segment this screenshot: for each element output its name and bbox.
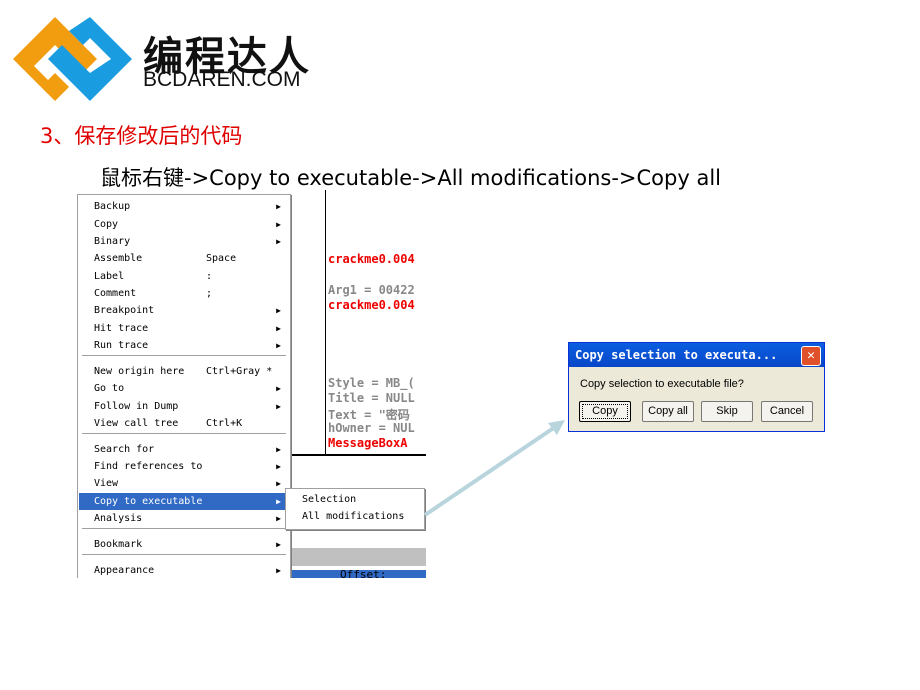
menu-item-copy[interactable]: Copy ▶: [79, 216, 287, 233]
copy-button[interactable]: Copy: [579, 401, 631, 422]
menu-item-label: Hit trace: [94, 323, 149, 334]
submenu-arrow-icon: ▶: [276, 540, 281, 549]
instruction-text: 鼠标右键->Copy to executable->All modificati…: [100, 166, 721, 190]
copy-all-button[interactable]: Copy all: [642, 401, 694, 422]
submenu-arrow-icon: ▶: [276, 324, 281, 333]
menu-item-view[interactable]: View ▶: [79, 475, 287, 492]
menu-item-go-to[interactable]: Go to ▶: [79, 380, 287, 397]
menu-item-label: Copy to executable: [94, 496, 203, 507]
menu-item-view-call-tree[interactable]: View call tree Ctrl+K: [79, 415, 287, 432]
menu-item-backup[interactable]: Backup ▶: [79, 198, 287, 215]
menu-item-label: Label: [94, 271, 125, 282]
menu-item-label: Binary: [94, 236, 131, 247]
menu-separator: [82, 554, 286, 556]
code-line: Style = MB_(: [328, 376, 415, 390]
menu-item-label: Search for: [94, 444, 155, 455]
cancel-button[interactable]: Cancel: [761, 401, 813, 422]
submenu-arrow-icon: ▶: [276, 514, 281, 523]
debugger-screenshot: crackme0.004 Arg1 = 00422 crackme0.004 S…: [70, 190, 426, 578]
code-line: MessageBoxA: [328, 436, 408, 450]
menu-item-label: Comment: [94, 288, 137, 299]
submenu-arrow-icon: ▶: [276, 566, 281, 575]
menu-item-label[interactable]: Label:: [79, 268, 287, 285]
submenu-arrow-icon: ▶: [276, 402, 281, 411]
menu-item-label: Assemble: [94, 253, 143, 264]
menu-item-shortcut: :: [206, 271, 213, 282]
submenu-item-selection[interactable]: Selection: [287, 491, 423, 508]
menu-item-hit-trace[interactable]: Hit trace ▶: [79, 320, 287, 337]
code-line: hOwner = NUL: [328, 421, 415, 435]
menu-item-assemble[interactable]: Assemble Space: [79, 250, 287, 267]
menu-item-find-references-to[interactable]: Find references to ▶: [79, 458, 287, 475]
menu-item-label: Follow in Dump: [94, 401, 179, 412]
menu-item-follow-in-dump[interactable]: Follow in Dump ▶: [79, 398, 287, 415]
menu-item-run-trace[interactable]: Run trace ▶: [79, 337, 287, 354]
close-icon[interactable]: ✕: [801, 346, 821, 366]
submenu-arrow-icon: ▶: [276, 445, 281, 454]
menu-item-label: View: [94, 478, 119, 489]
menu-item-copy-to-executable[interactable]: Copy to executable ▶: [79, 493, 287, 510]
menu-item-label: New origin here: [94, 366, 185, 377]
code-line: crackme0.004: [328, 298, 415, 312]
submenu-arrow-icon: ▶: [276, 462, 281, 471]
menu-item-label: Run trace: [94, 340, 149, 351]
code-line: crackme0.004: [328, 252, 415, 266]
menu-item-label: Backup: [94, 201, 131, 212]
menu-item-new-origin-here[interactable]: New origin here Ctrl+Gray *: [79, 363, 287, 380]
menu-item-label: Copy: [94, 219, 119, 230]
menu-item-shortcut: Ctrl+K: [206, 418, 243, 429]
menu-item-breakpoint[interactable]: Breakpoint ▶: [79, 302, 287, 319]
menu-item-shortcut: Space: [206, 253, 237, 264]
submenu-arrow-icon: ▶: [276, 237, 281, 246]
menu-separator: [82, 433, 286, 435]
code-line: Title = NULL: [328, 391, 415, 405]
menu-separator: [82, 355, 286, 357]
skip-button[interactable]: Skip: [701, 401, 753, 422]
menu-item-label: Breakpoint: [94, 305, 155, 316]
status-offset: Offset: 00001: [340, 568, 387, 578]
menu-item-comment[interactable]: Comment;: [79, 285, 287, 302]
submenu-arrow-icon: ▶: [276, 202, 281, 211]
menu-item-label: Bookmark: [94, 539, 143, 550]
pointer-arrow-icon: [423, 420, 565, 517]
dialog-title: Copy selection to executa...: [575, 348, 778, 362]
menu-separator: [82, 528, 286, 530]
step-heading: 3、保存修改后的代码: [40, 124, 243, 148]
dialog-title-bar: Copy selection to executa... ✕: [569, 343, 824, 367]
menu-item-appearance[interactable]: Appearance ▶: [79, 562, 287, 578]
menu-item-label: Find references to: [94, 461, 203, 472]
menu-item-analysis[interactable]: Analysis ▶: [79, 510, 287, 527]
menu-item-shortcut: ;: [206, 288, 213, 299]
logo-mark-icon: [13, 17, 132, 101]
submenu-arrow-icon: ▶: [276, 479, 281, 488]
logo-english: BCDAREN.COM: [143, 68, 301, 91]
menu-item-label: Go to: [94, 383, 125, 394]
submenu-arrow-icon: ▶: [276, 306, 281, 315]
menu-item-shortcut: Ctrl+Gray *: [206, 366, 273, 377]
submenu-arrow-icon: ▶: [276, 497, 281, 506]
context-menu: Backup ▶ Copy ▶ Binary ▶ Assemble Space Label: Co…: [77, 194, 291, 578]
submenu-item-all-modifications[interactable]: All modifications: [287, 508, 423, 525]
submenu-arrow-icon: ▶: [276, 341, 281, 350]
submenu-arrow-icon: ▶: [276, 220, 281, 229]
copy-selection-dialog: Copy selection to executa... ✕ Copy sele…: [568, 342, 825, 432]
code-line: Arg1 = 00422: [328, 283, 415, 297]
menu-item-label: Analysis: [94, 513, 143, 524]
menu-item-label: Appearance: [94, 565, 155, 576]
menu-item-search-for[interactable]: Search for ▶: [79, 441, 287, 458]
menu-item-binary[interactable]: Binary ▶: [79, 233, 287, 250]
menu-item-bookmark[interactable]: Bookmark ▶: [79, 536, 287, 553]
copy-to-executable-submenu: Selection All modifications: [285, 488, 425, 530]
submenu-arrow-icon: ▶: [276, 384, 281, 393]
menu-item-label: View call tree: [94, 418, 179, 429]
dialog-message: Copy selection to executable file?: [580, 378, 744, 390]
